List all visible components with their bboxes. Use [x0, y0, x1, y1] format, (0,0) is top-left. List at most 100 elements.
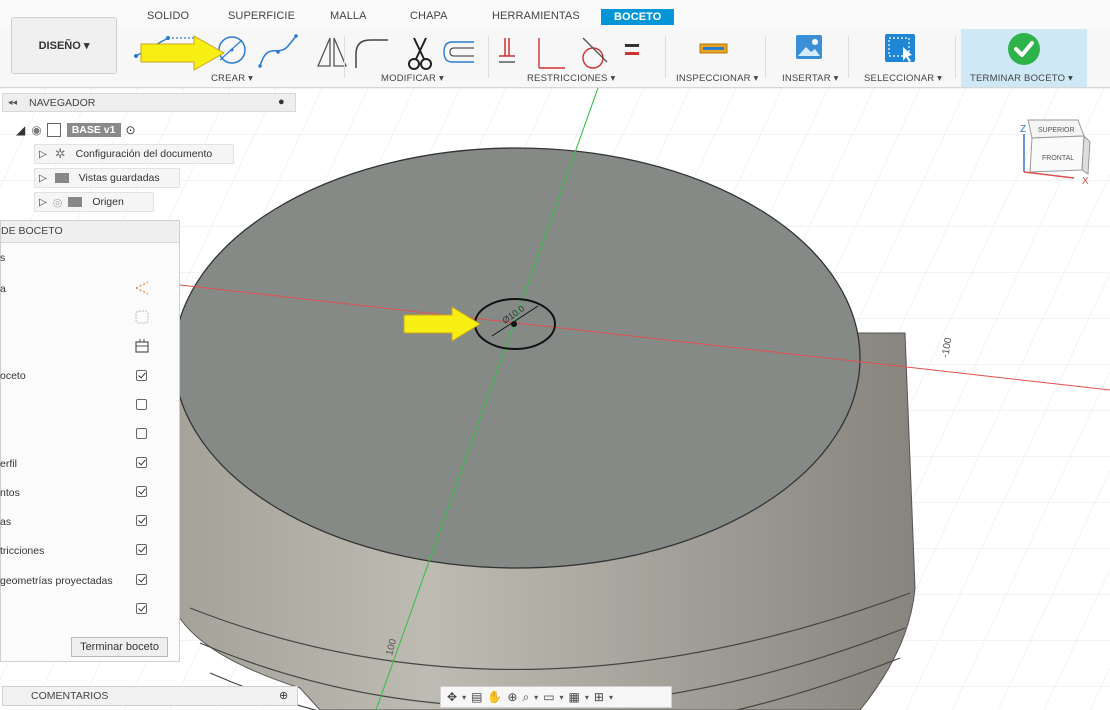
fit-icon[interactable]: ⌕: [522, 690, 529, 705]
expand-triangle-icon[interactable]: ◢: [16, 123, 25, 137]
mirror-tool-icon: [317, 37, 347, 67]
measure-icon[interactable]: [699, 40, 729, 58]
display-settings-icon[interactable]: ▭: [543, 690, 554, 704]
folder-icon: [54, 173, 69, 183]
sketch-grid-checkbox[interactable]: [136, 370, 147, 381]
highlight-arrow-icon: [140, 35, 226, 71]
finish-sketch-menu[interactable]: TERMINAR BOCETO ▾: [970, 73, 1073, 84]
palette-row-label: s: [0, 252, 6, 264]
equal-icon: [625, 44, 639, 55]
expand-arrow-icon[interactable]: ▷: [39, 149, 47, 160]
pin-icon[interactable]: ●: [278, 96, 285, 108]
select-menu[interactable]: SELECCIONAR ▾: [864, 73, 942, 84]
comments-panel-header[interactable]: COMENTARIOS ⊕: [2, 686, 298, 706]
root-component-name[interactable]: BASE v1: [66, 123, 121, 137]
visibility-eye-icon[interactable]: ◉: [31, 123, 41, 137]
viewcube-front-label: FRONTAL: [1042, 155, 1074, 162]
fixed-geometry-icon[interactable]: [134, 309, 150, 325]
viewcube[interactable]: SUPERIOR FRONTAL Z X: [1012, 112, 1094, 188]
ribbon-separator: [665, 36, 666, 78]
offset-icon: [443, 41, 474, 63]
grid-settings-icon[interactable]: ▦: [569, 690, 580, 704]
3d-sketch-checkbox[interactable]: [136, 603, 147, 614]
tab-superficie[interactable]: SUPERFICIE: [228, 10, 295, 22]
trim-scissors-icon: [408, 37, 432, 70]
show-profile-checkbox[interactable]: [136, 457, 147, 468]
ribbon-tabs: SOLIDO SUPERFICIE MALLA CHAPA HERRAMIENT…: [0, 0, 1110, 30]
gear-icon: ✲: [54, 146, 66, 161]
look-at-icon[interactable]: ▤: [471, 690, 482, 704]
center-point: [511, 321, 517, 327]
inspect-menu[interactable]: INSPECCIONAR ▾: [676, 73, 759, 84]
highlight-arrow-icon: [403, 306, 481, 342]
ribbon-separator: [955, 36, 956, 78]
fillet-icon: [355, 39, 388, 68]
construction-icon[interactable]: [134, 280, 150, 296]
constraint-tools-icons[interactable]: [497, 34, 647, 74]
insert-menu[interactable]: INSERTAR ▾: [782, 73, 839, 84]
palette-row-label: erfil: [0, 458, 17, 470]
show-projected-geometry-checkbox[interactable]: [136, 574, 147, 585]
show-points-checkbox[interactable]: [136, 486, 147, 497]
workspace-label: DISEÑO ▾: [38, 40, 90, 52]
expand-arrow-icon[interactable]: ▷: [39, 173, 47, 184]
palette-row-label: oceto: [0, 370, 26, 382]
palette-row-label: as: [0, 516, 12, 528]
modify-tools-icons[interactable]: [352, 34, 482, 74]
insert-image-icon[interactable]: [795, 34, 823, 60]
coincident-icon: [499, 38, 515, 63]
viewcube-top-label: SUPERIOR: [1038, 127, 1075, 134]
component-icon: [46, 123, 61, 137]
tab-solido[interactable]: SOLIDO: [147, 10, 189, 22]
finish-sketch-button[interactable]: Terminar boceto: [71, 637, 168, 657]
palette-row-label: ntos: [0, 487, 20, 499]
sketch-palette-title: DE BOCETO: [1, 225, 63, 237]
activate-radio-icon[interactable]: ⊙: [126, 123, 136, 137]
browser-root-row[interactable]: ◢ ◉ BASE v1 ⊙: [16, 120, 180, 140]
browser-header[interactable]: ◂◂ NAVEGADOR ●: [2, 93, 296, 112]
show-constraints-checkbox[interactable]: [136, 544, 147, 555]
tab-chapa[interactable]: CHAPA: [410, 10, 448, 22]
collapse-icon[interactable]: ◂◂: [8, 97, 17, 108]
modify-menu[interactable]: MODIFICAR ▾: [381, 73, 444, 84]
tab-herramientas[interactable]: HERRAMIENTAS: [492, 10, 580, 22]
palette-row-label: tricciones: [0, 545, 45, 557]
add-comment-icon[interactable]: ⊕: [279, 689, 288, 702]
folder-icon: [68, 197, 83, 207]
ribbon-separator: [488, 36, 489, 78]
sketch-palette-header[interactable]: DE BOCETO: [1, 221, 179, 243]
create-menu[interactable]: CREAR ▾: [211, 73, 253, 84]
navigation-bar: ✥ ▾ ▤ ✋ ⊕ ⌕ ▾ ▭ ▾ ▦ ▾ ⊞ ▾: [440, 686, 672, 708]
orbit-icon[interactable]: ✥: [447, 690, 457, 704]
browser-item-origin[interactable]: ▷ ◎ Origen: [34, 192, 154, 212]
browser-title: NAVEGADOR: [29, 97, 96, 109]
tangent-icon: [582, 37, 608, 69]
pan-icon[interactable]: ✋: [487, 690, 502, 704]
constraints-menu[interactable]: RESTRICCIONES ▾: [527, 73, 616, 84]
select-icon[interactable]: [884, 33, 916, 63]
look-at-icon[interactable]: [134, 338, 150, 354]
slice-checkbox[interactable]: [136, 428, 147, 439]
zoom-icon[interactable]: ⊕: [507, 690, 517, 704]
hidden-eye-icon[interactable]: ◎: [53, 196, 63, 209]
ribbon-separator: [765, 36, 766, 78]
snap-checkbox[interactable]: [136, 399, 147, 410]
tab-malla[interactable]: MALLA: [330, 10, 367, 22]
comments-title: COMENTARIOS: [31, 690, 109, 702]
workspace-switcher[interactable]: DISEÑO ▾: [11, 17, 117, 74]
browser-item-label: Configuración del documento: [75, 148, 213, 160]
browser-item-saved-views[interactable]: ▷ Vistas guardadas: [34, 168, 180, 188]
palette-row-label: a: [0, 283, 6, 295]
checkmark-icon[interactable]: [1007, 32, 1041, 66]
ribbon-separator: [848, 36, 849, 78]
show-dimensions-checkbox[interactable]: [136, 515, 147, 526]
browser-item-label: Vistas guardadas: [78, 172, 160, 184]
top-face: [173, 147, 861, 569]
perpendicular-icon: [538, 38, 565, 69]
viewports-icon[interactable]: ⊞: [594, 690, 604, 704]
tab-boceto[interactable]: BOCETO: [601, 9, 675, 25]
browser-item-document-settings[interactable]: ▷ ✲ Configuración del documento: [34, 144, 234, 164]
spline-tool-icon: [258, 34, 298, 68]
expand-arrow-icon[interactable]: ▷: [39, 197, 47, 208]
ribbon-separator: [344, 36, 345, 78]
